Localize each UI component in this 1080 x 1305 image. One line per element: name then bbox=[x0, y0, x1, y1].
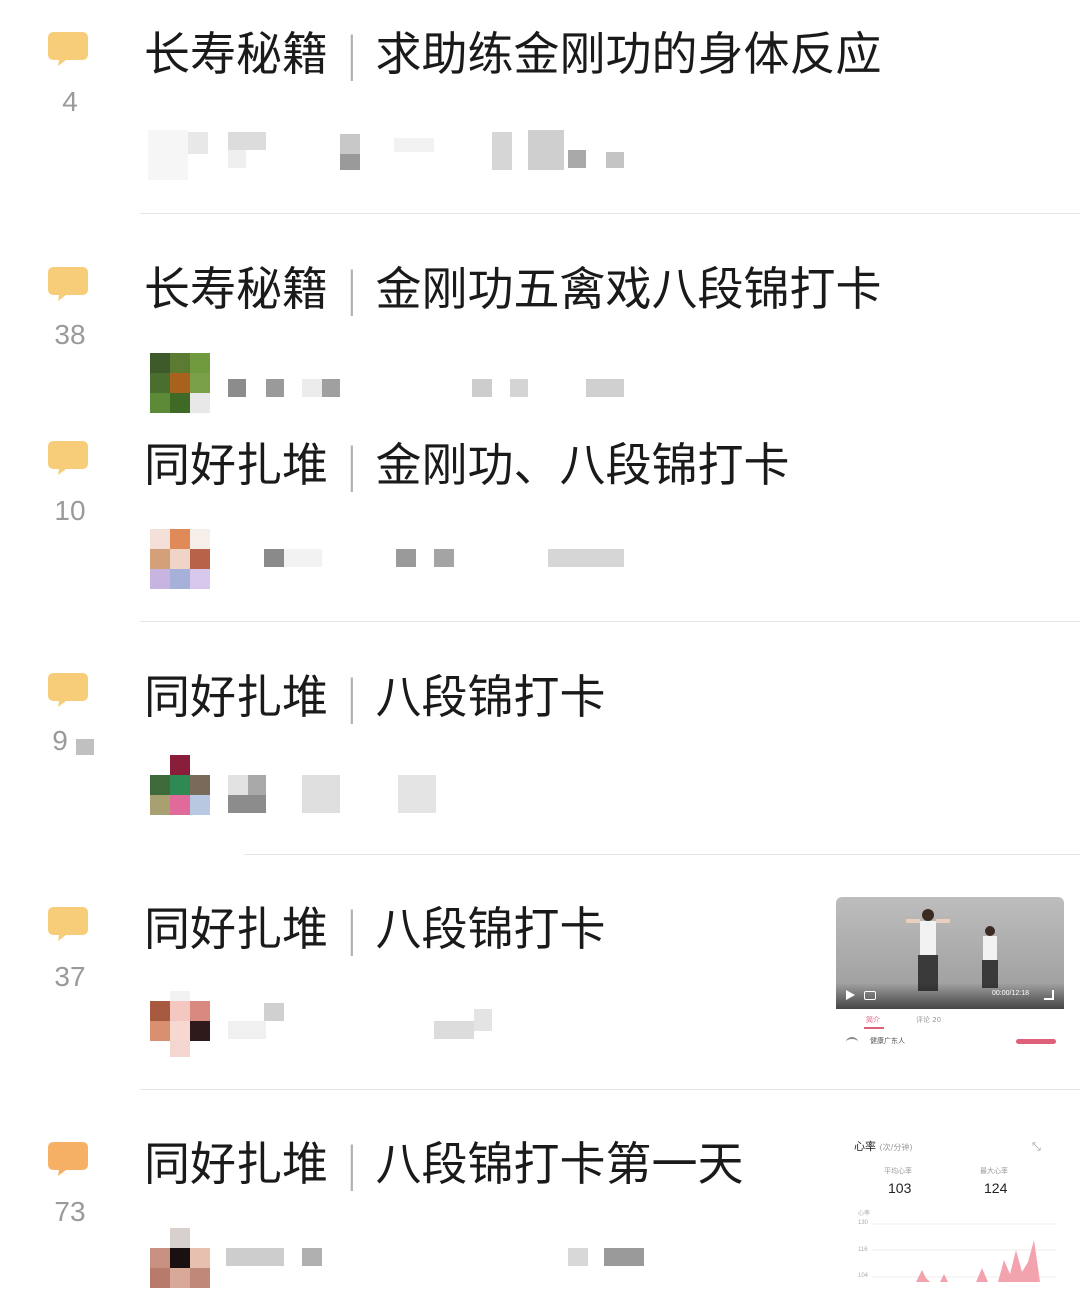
post-title-text: 八段锦打卡 bbox=[375, 670, 606, 724]
post-title-text: 八段锦打卡第一天 bbox=[375, 1137, 744, 1191]
divider bbox=[140, 1089, 1080, 1090]
post-title[interactable]: 同好扎堆 | 八段锦打卡 bbox=[144, 669, 606, 725]
comment-count: 73 bbox=[54, 1196, 86, 1227]
author-info-blurred bbox=[148, 120, 668, 180]
post-category: 长寿秘籍 bbox=[144, 27, 328, 81]
title-separator: | bbox=[344, 438, 360, 492]
author-info-blurred bbox=[148, 1238, 668, 1298]
video-thumbnail[interactable]: 00:00/12:18 简介 评论 20 健康广东人 bbox=[836, 897, 1064, 1069]
post-title[interactable]: 同好扎堆 | 八段锦打卡 bbox=[144, 901, 606, 957]
fullscreen-icon[interactable] bbox=[1044, 990, 1054, 1000]
post-title-text: 八段锦打卡 bbox=[375, 902, 606, 956]
title-separator: | bbox=[344, 27, 360, 81]
video-time: 00:00/12:18 bbox=[992, 990, 1029, 997]
author-info-blurred bbox=[148, 1001, 668, 1061]
post-item[interactable]: 10 同好扎堆 | 金刚功、八段锦打卡 bbox=[0, 425, 1080, 625]
post-item[interactable]: 38 长寿秘籍 | 金刚功五禽戏八段锦打卡 bbox=[0, 215, 1080, 425]
hr-sparkline bbox=[872, 1223, 1056, 1282]
divider bbox=[140, 213, 1080, 214]
title-separator: | bbox=[344, 670, 360, 724]
post-item[interactable]: 37 同好扎堆 | 八段锦打卡 00:00/12:18 简介 评论 20 健康广… bbox=[0, 857, 1080, 1092]
author-info-blurred bbox=[148, 365, 668, 425]
post-item[interactable]: 9 同好扎堆 | 八段锦打卡 bbox=[0, 625, 1080, 857]
post-category: 同好扎堆 bbox=[144, 902, 328, 956]
comment-bubble-icon bbox=[48, 32, 88, 66]
post-category: 同好扎堆 bbox=[144, 1137, 328, 1191]
post-category: 长寿秘籍 bbox=[144, 262, 328, 316]
follow-button[interactable] bbox=[1016, 1039, 1056, 1044]
danmaku-icon[interactable] bbox=[864, 991, 876, 1000]
heart-rate-thumbnail[interactable]: 心率 (次/分钟) ⤡ 平均心率 103 最大心率 124 心率 130 116… bbox=[836, 1132, 1064, 1305]
post-title[interactable]: 长寿秘籍 | 求助练金刚功的身体反应 bbox=[144, 26, 882, 82]
comment-count: 4 bbox=[62, 86, 78, 117]
play-icon[interactable] bbox=[846, 990, 855, 1000]
comment-bubble-icon bbox=[48, 1142, 88, 1176]
comment-bubble-icon bbox=[48, 907, 88, 941]
post-title-text: 金刚功、八段锦打卡 bbox=[375, 438, 790, 492]
author-info-blurred bbox=[148, 771, 668, 831]
comment-count: 10 bbox=[54, 495, 86, 526]
post-title-text: 求助练金刚功的身体反应 bbox=[375, 27, 882, 81]
post-title[interactable]: 同好扎堆 | 金刚功、八段锦打卡 bbox=[144, 437, 790, 493]
post-category: 同好扎堆 bbox=[144, 438, 328, 492]
divider bbox=[140, 621, 1080, 622]
video-tab-comments[interactable]: 评论 20 bbox=[916, 1015, 941, 1025]
post-title[interactable]: 长寿秘籍 | 金刚功五禽戏八段锦打卡 bbox=[144, 261, 882, 317]
comment-count: 38 bbox=[54, 319, 86, 350]
title-separator: | bbox=[344, 902, 360, 956]
video-author: 健康广东人 bbox=[870, 1037, 905, 1045]
comment-bubble-icon bbox=[48, 673, 88, 707]
post-title[interactable]: 同好扎堆 | 八段锦打卡第一天 bbox=[144, 1136, 744, 1192]
post-title-text: 金刚功五禽戏八段锦打卡 bbox=[375, 262, 882, 316]
comment-bubble-icon bbox=[48, 267, 88, 301]
post-item[interactable]: 73 同好扎堆 | 八段锦打卡第一天 心率 (次/分钟) ⤡ 平均心率 103 最大… bbox=[0, 1092, 1080, 1305]
post-category: 同好扎堆 bbox=[144, 670, 328, 724]
video-tab-intro[interactable]: 简介 bbox=[866, 1015, 880, 1025]
post-item[interactable]: 4 长寿秘籍 | 求助练金刚功的身体反应 bbox=[0, 0, 1080, 215]
title-separator: | bbox=[344, 1137, 360, 1191]
author-icon bbox=[846, 1037, 858, 1047]
comment-count: 37 bbox=[54, 961, 86, 992]
comment-bubble-icon bbox=[48, 441, 88, 475]
divider bbox=[244, 854, 1080, 855]
video-frame: 00:00/12:18 bbox=[836, 897, 1064, 1009]
author-info-blurred bbox=[148, 543, 668, 603]
count-blur-patch bbox=[76, 739, 94, 755]
title-separator: | bbox=[344, 262, 360, 316]
